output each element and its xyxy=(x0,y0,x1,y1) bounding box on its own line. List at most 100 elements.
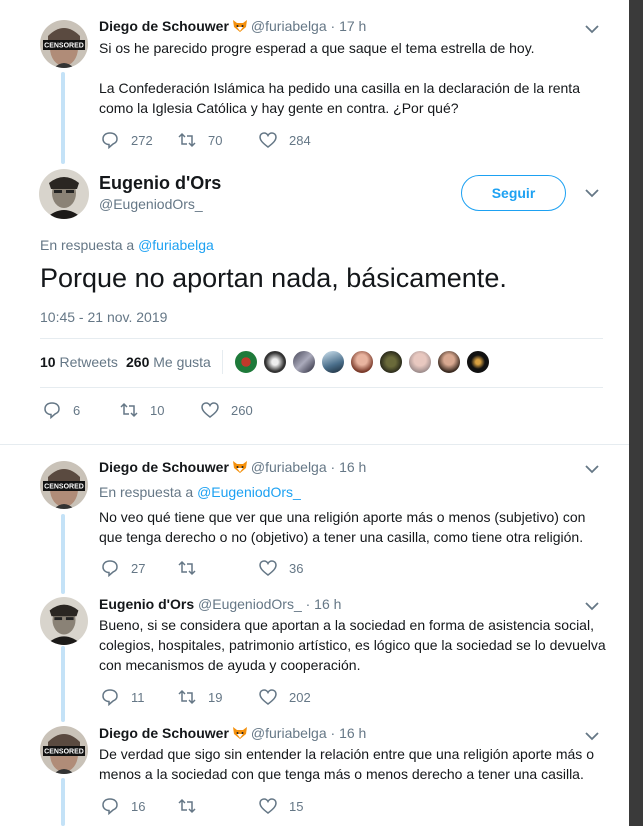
tweet-text: Si os he parecido progre esperad a que s… xyxy=(99,40,580,116)
thread-line xyxy=(61,646,65,722)
thread-line xyxy=(61,72,65,164)
like-count: 15 xyxy=(289,798,304,814)
like-count: 260 xyxy=(231,402,253,418)
retweet-icon xyxy=(178,798,196,814)
retweet-count: 10 xyxy=(150,402,165,418)
heart-icon xyxy=(259,560,277,576)
author-name[interactable]: Eugenio d'Ors xyxy=(99,596,194,612)
author-handle[interactable]: @EugeniodOrs_ xyxy=(198,596,302,612)
likes-stat[interactable]: 260 Me gusta xyxy=(126,354,211,370)
like-count: 284 xyxy=(289,132,311,148)
like-action[interactable]: 260 xyxy=(201,401,253,419)
liker-avatar[interactable] xyxy=(350,350,374,374)
reply-icon xyxy=(102,689,118,706)
reply-icon xyxy=(102,798,118,815)
reply-action[interactable]: 6 xyxy=(43,401,80,419)
reply-context: En respuesta a @EugeniodOrs_ xyxy=(99,484,301,500)
tweet-header: Diego de Schouwer @furiabelga · 17 h xyxy=(99,18,366,34)
author-handle[interactable]: @EugeniodOrs_ xyxy=(99,196,203,212)
retweets-stat[interactable]: 10 Retweets xyxy=(40,354,118,370)
liker-avatar[interactable] xyxy=(263,350,287,374)
retweet-count: 70 xyxy=(208,132,223,148)
chevron-down-icon[interactable] xyxy=(585,464,599,474)
stats-separator xyxy=(222,350,223,374)
heart-icon xyxy=(201,402,219,418)
avatar[interactable]: CENSORED xyxy=(40,461,88,509)
liker-avatar[interactable] xyxy=(437,350,461,374)
liker-avatar[interactable] xyxy=(321,350,345,374)
tweet-header: Diego de Schouwer @furiabelga · 16 h xyxy=(99,459,366,475)
chevron-down-icon[interactable] xyxy=(585,188,599,198)
window-edge xyxy=(629,0,643,826)
heart-icon xyxy=(259,798,277,814)
heart-icon xyxy=(259,689,277,705)
censored-label: CENSORED xyxy=(44,43,84,50)
main-tweet-text: Porque no aportan nada, básicamente. xyxy=(40,263,507,293)
reply-handle-link[interactable]: @EugeniodOrs_ xyxy=(197,484,301,500)
chevron-down-icon[interactable] xyxy=(585,24,599,34)
tweet-time[interactable]: · 17 h xyxy=(331,18,367,34)
like-action[interactable]: 15 xyxy=(259,797,303,815)
avatar[interactable]: CENSORED xyxy=(40,20,88,68)
retweet-action[interactable] xyxy=(178,559,208,577)
reply-count: 272 xyxy=(131,132,153,148)
liker-avatar[interactable] xyxy=(379,350,403,374)
censored-label: CENSORED xyxy=(44,749,84,756)
retweet-action[interactable]: 70 xyxy=(178,131,222,149)
divider xyxy=(0,444,629,445)
tweet-timestamp[interactable]: 10:45 - 21 nov. 2019 xyxy=(40,309,167,325)
reply-context: En respuesta a @furiabelga xyxy=(40,237,214,253)
thread-line xyxy=(61,514,65,594)
author-name[interactable]: Diego de Schouwer xyxy=(99,725,229,741)
follow-button[interactable]: Seguir xyxy=(461,175,566,211)
like-count: 202 xyxy=(289,689,311,705)
tweet-header: Eugenio d'Ors @EugeniodOrs_ · 16 h xyxy=(99,596,341,612)
tweet-header: Diego de Schouwer @furiabelga · 16 h xyxy=(99,725,366,741)
retweet-icon xyxy=(178,132,196,148)
divider xyxy=(40,387,603,388)
like-action[interactable]: 284 xyxy=(259,131,311,149)
like-action[interactable]: 36 xyxy=(259,559,303,577)
liker-avatar[interactable] xyxy=(466,350,490,374)
tweet-time[interactable]: · 16 h xyxy=(306,596,342,612)
reply-icon xyxy=(44,402,60,419)
reply-action[interactable]: 27 xyxy=(101,559,145,577)
reply-icon xyxy=(102,132,118,149)
tweet-time[interactable]: · 16 h xyxy=(331,725,367,741)
avatar[interactable]: CENSORED xyxy=(40,726,88,774)
tweet-text: De verdad que sigo sin entender la relac… xyxy=(99,746,594,782)
avatar[interactable] xyxy=(39,169,89,219)
author-handle[interactable]: @furiabelga xyxy=(251,725,327,741)
avatar[interactable] xyxy=(40,597,88,645)
retweet-action[interactable]: 19 xyxy=(178,688,222,706)
chevron-down-icon[interactable] xyxy=(585,731,599,741)
fox-emoji-icon xyxy=(232,727,247,739)
reply-action[interactable]: 272 xyxy=(101,131,153,149)
reply-action[interactable]: 11 xyxy=(101,688,145,706)
reply-handle-link[interactable]: @furiabelga xyxy=(138,237,214,253)
reply-icon xyxy=(102,560,118,577)
retweet-icon xyxy=(120,402,138,418)
reply-count: 6 xyxy=(73,402,81,418)
retweet-count: 19 xyxy=(208,689,223,705)
reply-action[interactable]: 16 xyxy=(101,797,145,815)
divider xyxy=(40,338,603,339)
tweet-time[interactable]: · 16 h xyxy=(331,459,367,475)
liker-avatar[interactable] xyxy=(408,350,432,374)
author-name[interactable]: Eugenio d'Ors xyxy=(99,173,221,194)
fox-emoji-icon xyxy=(232,461,247,473)
fox-emoji-icon xyxy=(232,20,247,32)
author-handle[interactable]: @furiabelga xyxy=(251,459,327,475)
chevron-down-icon[interactable] xyxy=(585,601,599,611)
author-handle[interactable]: @furiabelga xyxy=(251,18,327,34)
author-name[interactable]: Diego de Schouwer xyxy=(99,18,229,34)
reply-count: 27 xyxy=(131,560,146,576)
liker-avatar[interactable] xyxy=(292,350,316,374)
reply-count: 16 xyxy=(131,798,146,814)
retweet-action[interactable]: 10 xyxy=(120,401,164,419)
retweet-action[interactable] xyxy=(178,797,208,815)
like-action[interactable]: 202 xyxy=(259,688,311,706)
author-name[interactable]: Diego de Schouwer xyxy=(99,459,229,475)
reply-count: 11 xyxy=(131,689,145,705)
liker-avatar[interactable] xyxy=(234,350,258,374)
